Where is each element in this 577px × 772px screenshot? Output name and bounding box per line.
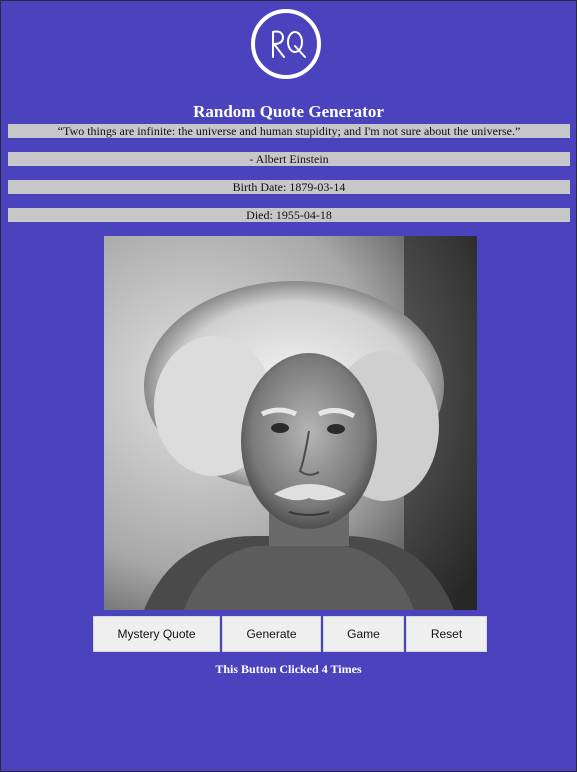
- reset-button[interactable]: Reset: [406, 616, 487, 652]
- quote-author: - Albert Einstein: [8, 152, 570, 166]
- generate-button[interactable]: Generate: [222, 616, 321, 652]
- author-photo: [104, 236, 477, 610]
- quote-text: “Two things are infinite: the universe a…: [8, 124, 570, 138]
- birth-date: Birth Date: 1879-03-14: [8, 180, 570, 194]
- game-button[interactable]: Game: [323, 616, 404, 652]
- page-title: Random Quote Generator: [193, 102, 384, 121]
- rq-logo: [251, 9, 321, 79]
- rq-logo-icon: [272, 30, 306, 58]
- death-date: Died: 1955-04-18: [8, 208, 570, 222]
- mystery-quote-button[interactable]: Mystery Quote: [93, 616, 220, 652]
- click-counter: This Button Clicked 4 Times: [215, 662, 362, 676]
